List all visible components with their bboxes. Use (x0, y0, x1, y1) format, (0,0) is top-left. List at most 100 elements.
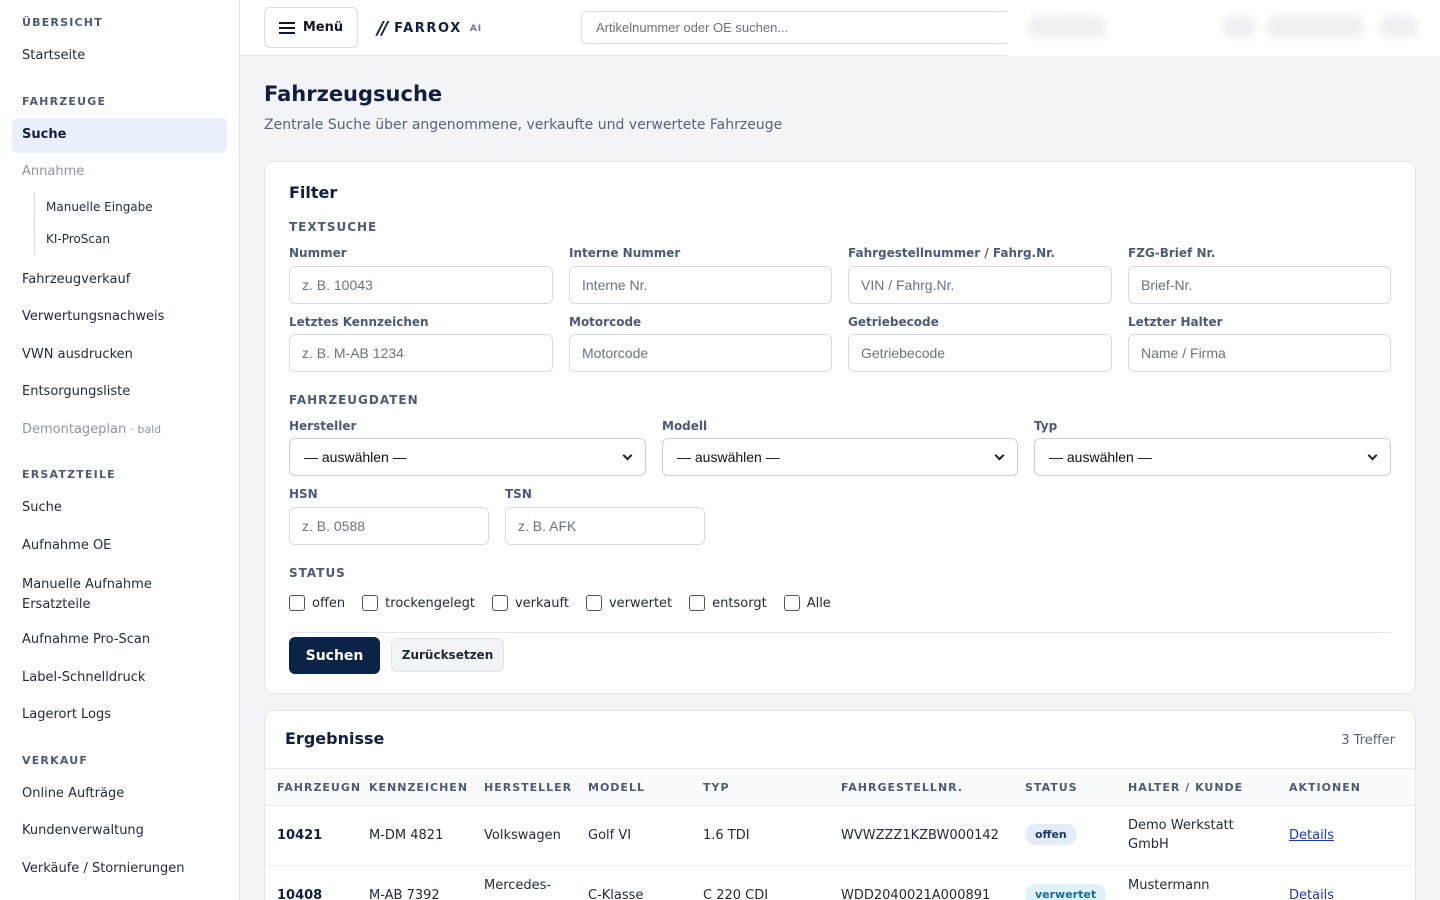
sidebar-item-annahme[interactable]: Annahme (22, 164, 84, 179)
field-label-getriebecode: Getriebecode (848, 315, 939, 329)
field-label-nummer: Nummer (289, 246, 347, 260)
modell-select-value: — auswählen — (677, 449, 780, 465)
modell-select[interactable]: — auswählen — (662, 438, 1018, 476)
cell-kennzeichen: M-DM 4821 (369, 828, 444, 843)
cell-halter: Mustermann (1128, 878, 1210, 893)
fzg-brief-input[interactable] (1128, 266, 1391, 304)
cell-modell: C-Klasse (588, 888, 644, 900)
submenu-line (34, 192, 35, 254)
column-header-halter[interactable]: HALTER / KUNDE (1128, 781, 1243, 794)
status-badge: verwertet (1025, 884, 1107, 900)
sidebar-item-ki-proscan[interactable]: KI-ProScan (46, 232, 110, 246)
filter-title: Filter (289, 183, 338, 202)
nummer-input[interactable] (289, 266, 553, 304)
results-title: Ergebnisse (285, 729, 385, 748)
blurred-username (1265, 16, 1365, 38)
getriebecode-input[interactable] (848, 334, 1112, 372)
status-badge: offen (1025, 824, 1077, 845)
cell-halter: Demo Werkstatt GmbH (1128, 818, 1234, 852)
reset-button[interactable]: Zurücksetzen (391, 638, 504, 672)
sidebar-item-verwertungsnachweis[interactable]: Verwertungsnachweis (22, 309, 164, 324)
page-subtitle: Zentrale Suche über angenommene, verkauf… (264, 117, 783, 133)
sidebar-item-lagerort-logs[interactable]: Lagerort Logs (22, 707, 111, 722)
filter-card: Filter TEXTSUCHE Nummer Interne Nummer F… (264, 161, 1416, 694)
status-checkbox-entsorgt[interactable]: entsorgt (689, 595, 767, 611)
table-row[interactable]: 10421 M-DM 4821 Volkswagen Golf VI 1.6 T… (265, 806, 1415, 866)
menu-label: Menü (302, 20, 344, 35)
sidebar-item-online-auftraege[interactable]: Online Aufträge (22, 786, 124, 801)
sidebar-item-manuelle-aufnahme[interactable]: Manuelle Aufnahme Ersatzteile (22, 575, 182, 615)
kennzeichen-input[interactable] (289, 334, 553, 372)
status-checkbox-alle[interactable]: Alle (783, 595, 831, 611)
logo-ai: AI (469, 23, 483, 34)
divider (289, 632, 1391, 633)
column-header-status[interactable]: STATUS (1025, 781, 1078, 794)
sidebar-item-vwn-ausdrucken[interactable]: VWN ausdrucken (22, 347, 133, 362)
fahrgestellnummer-input[interactable] (848, 266, 1112, 304)
checkbox-label: verwertet (608, 595, 673, 611)
table-row[interactable]: 10408 M-AB 7392 Mercedes- C-Klasse C 220… (265, 866, 1415, 900)
column-header-hersteller[interactable]: HERSTELLER (484, 781, 572, 794)
demontageplan-label: Demontageplan (22, 422, 127, 437)
chevron-down-icon (622, 450, 633, 460)
checkbox-icon[interactable] (491, 595, 508, 611)
sidebar-item-manuelle-eingabe[interactable]: Manuelle Eingabe (46, 200, 153, 214)
field-label-modell: Modell (662, 419, 708, 433)
checkbox-label: entsorgt (712, 595, 767, 611)
column-header-typ[interactable]: TYP (703, 781, 730, 794)
sidebar-item-fahrzeugverkauf[interactable]: Fahrzeugverkauf (22, 272, 130, 287)
field-label-interne-nummer: Interne Nummer (569, 246, 681, 260)
column-header-kennzeichen[interactable]: KENNZEICHEN (369, 781, 468, 794)
status-checkbox-verkauft[interactable]: verkauft (491, 595, 569, 611)
sidebar-item-aufnahme-oe[interactable]: Aufnahme OE (22, 538, 111, 553)
checkbox-icon[interactable] (289, 595, 305, 611)
blurred-avatar (1222, 16, 1256, 38)
cell-nummer: 10421 (277, 828, 323, 843)
cell-kennzeichen: M-AB 7392 (369, 888, 440, 900)
tsn-input[interactable] (505, 507, 705, 545)
motorcode-input[interactable] (569, 334, 832, 372)
cell-nummer: 10408 (277, 888, 323, 900)
field-label-tsn: TSN (505, 487, 532, 501)
checkbox-label: verkauft (514, 595, 569, 611)
hamburger-icon (278, 21, 295, 34)
checkbox-icon[interactable] (362, 595, 379, 611)
status-checkbox-offen[interactable]: offen (289, 595, 345, 611)
search-button[interactable]: Suchen (289, 637, 380, 674)
field-label-hersteller: Hersteller (289, 419, 357, 433)
sidebar-item-verkaeufe-stornierungen[interactable]: Verkäufe / Stornierungen (22, 861, 185, 876)
logo[interactable]: // FARROX AI (377, 18, 482, 39)
status-checkbox-trockengelegt[interactable]: trockengelegt (362, 595, 475, 611)
details-link[interactable]: Details (1289, 828, 1334, 843)
sidebar-item-entsorgungsliste[interactable]: Entsorgungsliste (22, 384, 130, 399)
checkbox-icon[interactable] (783, 595, 800, 611)
sidebar: ÜBERSICHT Startseite FAHRZEUGE Suche Ann… (0, 0, 240, 900)
hsn-input[interactable] (289, 507, 489, 545)
field-label-motorcode: Motorcode (569, 315, 642, 329)
checkbox-label: trockengelegt (385, 595, 475, 611)
typ-select[interactable]: — auswählen — (1034, 438, 1391, 476)
textsuche-title: TEXTSUCHE (289, 220, 378, 234)
interne-nummer-input[interactable] (569, 266, 832, 304)
results-count: 3 Treffer (1341, 733, 1395, 748)
cell-fahrgestellnr: WVWZZZ1KZBW000142 (841, 828, 999, 843)
sidebar-item-ersatzteile-suche[interactable]: Suche (22, 500, 62, 515)
column-header-fahrzeugnummer[interactable]: FAHRZEUGN (277, 781, 361, 794)
hersteller-select[interactable]: — auswählen — (289, 438, 646, 476)
status-checkboxes: offen trockengelegt verkauft verwertet e… (289, 595, 848, 611)
status-checkbox-verwertet[interactable]: verwertet (585, 595, 673, 611)
details-link[interactable]: Details (1289, 888, 1334, 900)
sidebar-item-startseite[interactable]: Startseite (22, 48, 85, 63)
column-header-fahrgestellnr[interactable]: FAHRGESTELLNR. (841, 781, 963, 794)
sidebar-item-aufnahme-pro-scan[interactable]: Aufnahme Pro-Scan (22, 632, 150, 647)
fahrzeugdaten-title: FAHRZEUGDATEN (289, 393, 419, 407)
letzter-halter-input[interactable] (1128, 334, 1391, 372)
field-label-typ: Typ (1034, 419, 1058, 433)
checkbox-icon[interactable] (585, 595, 602, 611)
checkbox-icon[interactable] (689, 595, 706, 611)
sidebar-item-fahrzeug-suche[interactable]: Suche (22, 127, 66, 142)
menu-button[interactable]: Menü (264, 7, 358, 48)
sidebar-item-label-schnelldruck[interactable]: Label-Schnelldruck (22, 670, 145, 685)
sidebar-item-kundenverwaltung[interactable]: Kundenverwaltung (22, 823, 144, 838)
column-header-modell[interactable]: MODELL (588, 781, 645, 794)
